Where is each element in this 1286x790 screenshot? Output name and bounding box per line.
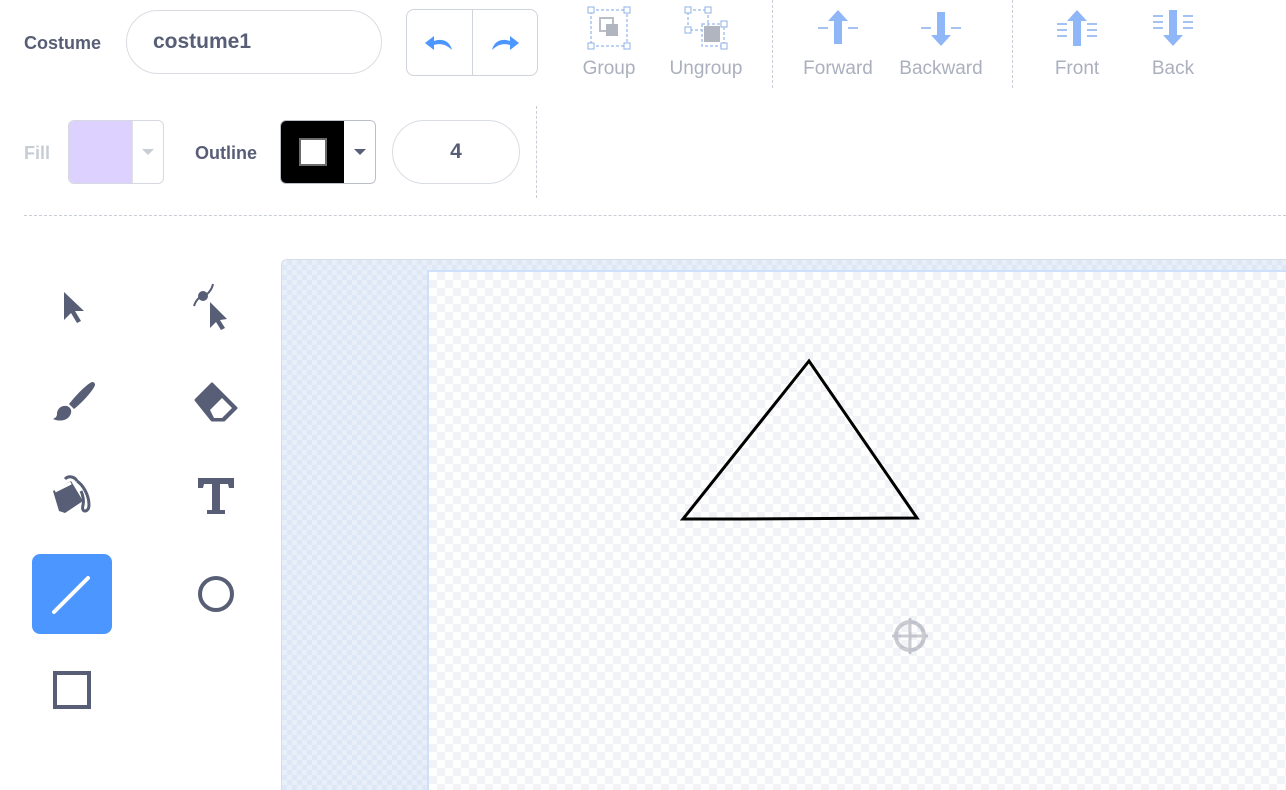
- brush-icon: [53, 382, 95, 421]
- line-icon: [52, 576, 90, 614]
- chevron-down-icon: [353, 149, 366, 155]
- outline-dropdown[interactable]: [344, 121, 375, 183]
- line-tool[interactable]: [32, 554, 112, 634]
- toolbar-divider: [772, 0, 773, 88]
- outline-color-picker[interactable]: [280, 120, 376, 184]
- fill-label: Fill: [24, 143, 50, 163]
- reshape-icon: [193, 283, 227, 330]
- costume-label: Costume: [24, 33, 102, 53]
- paint-editor: Costume Group: [0, 0, 1286, 790]
- eraser-tool[interactable]: [176, 362, 256, 442]
- text-icon: [198, 478, 234, 514]
- back-label: Back: [1151, 58, 1195, 79]
- outline-width-input[interactable]: [392, 120, 520, 184]
- group-button[interactable]: Group: [574, 6, 644, 86]
- forward-button[interactable]: Forward: [798, 6, 878, 86]
- paint-bucket-icon: [53, 475, 91, 513]
- outline-color-swatch[interactable]: [281, 121, 344, 183]
- paint-canvas[interactable]: [427, 270, 1286, 790]
- text-tool[interactable]: [176, 456, 256, 536]
- select-tool[interactable]: [32, 266, 112, 346]
- backward-button[interactable]: Backward: [893, 6, 989, 86]
- toolbar-divider: [1012, 0, 1013, 88]
- toolbar-bottom-divider: [24, 215, 1286, 216]
- fill-dropdown: [132, 121, 163, 183]
- chevron-down-icon: [142, 149, 154, 155]
- forward-icon: [818, 10, 858, 44]
- toolbar-divider: [536, 106, 537, 198]
- undo-icon: [425, 35, 453, 50]
- backward-icon: [921, 12, 961, 46]
- forward-label: Forward: [803, 58, 873, 79]
- group-label: Group: [582, 58, 636, 79]
- rectangle-icon: [53, 671, 91, 709]
- arrow-cursor-icon: [64, 292, 84, 323]
- rectangle-tool[interactable]: [32, 650, 112, 730]
- redo-icon: [491, 35, 519, 50]
- triangle-shape[interactable]: [679, 358, 920, 521]
- fill-color-swatch: [69, 121, 132, 183]
- reshape-tool[interactable]: [176, 266, 256, 346]
- back-button[interactable]: Back: [1140, 6, 1206, 86]
- undo-button[interactable]: [407, 10, 472, 75]
- costume-name-input[interactable]: [126, 10, 382, 74]
- backward-label: Backward: [899, 58, 983, 79]
- costume-center-icon: [892, 618, 928, 654]
- redo-button[interactable]: [471, 10, 538, 75]
- circle-icon: [198, 576, 234, 612]
- front-button[interactable]: Front: [1044, 6, 1110, 86]
- eraser-icon: [194, 382, 238, 422]
- outline-label: Outline: [195, 143, 257, 163]
- circle-tool[interactable]: [176, 554, 256, 634]
- back-icon: [1153, 10, 1193, 46]
- front-icon: [1057, 10, 1097, 46]
- fill-tool[interactable]: [32, 456, 112, 536]
- ungroup-button[interactable]: Ungroup: [664, 6, 748, 86]
- group-icon: [587, 6, 631, 50]
- front-label: Front: [1054, 58, 1100, 79]
- paint-canvas-container[interactable]: [281, 259, 1286, 790]
- undo-redo-group: [406, 9, 538, 76]
- fill-color-picker: [68, 120, 164, 184]
- ungroup-label: Ungroup: [669, 58, 743, 79]
- brush-tool[interactable]: [32, 362, 112, 442]
- ungroup-icon: [684, 6, 728, 50]
